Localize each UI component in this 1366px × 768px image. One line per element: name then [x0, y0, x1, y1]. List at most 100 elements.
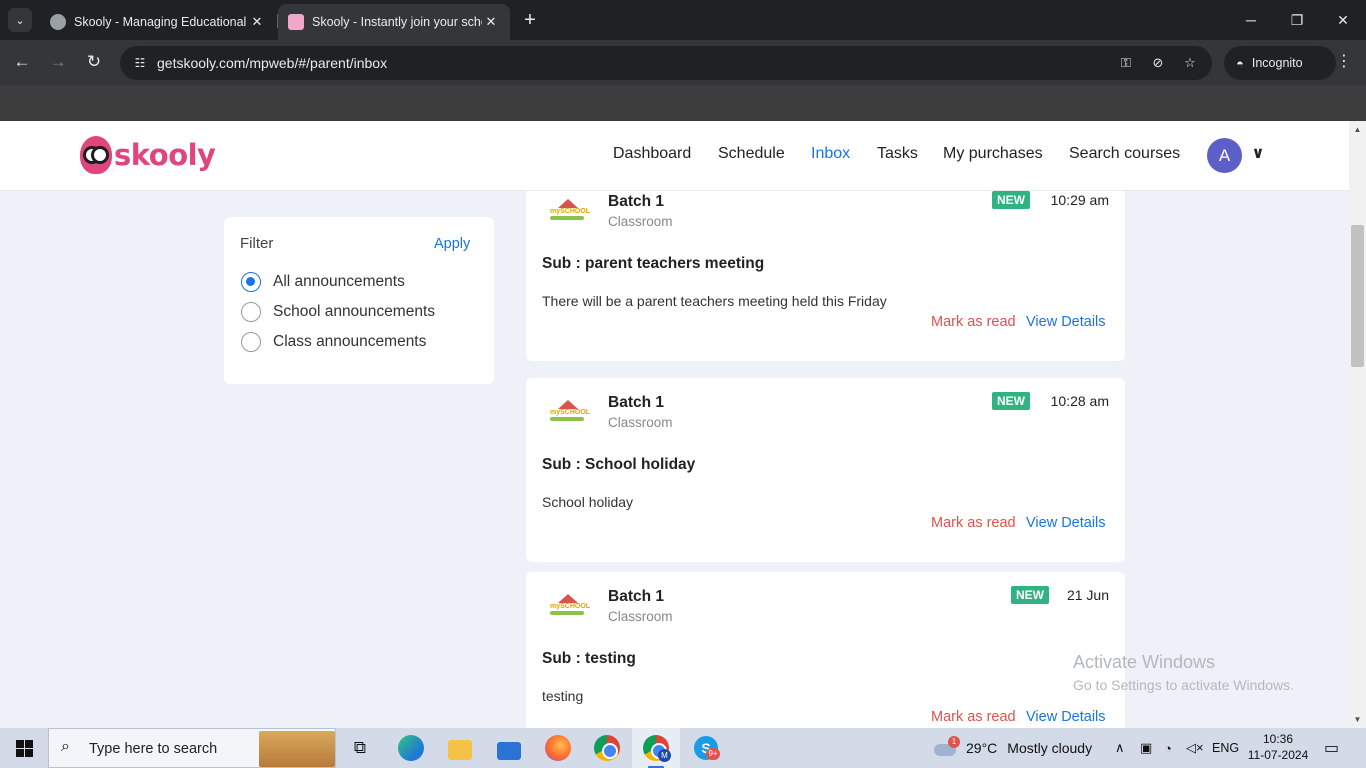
- reload-icon[interactable]: ↻: [82, 50, 106, 74]
- incognito-label: Incognito: [1251, 56, 1303, 70]
- school-grass-icon: [550, 417, 584, 421]
- chrome-incognito-icon[interactable]: M: [642, 734, 671, 768]
- browser-infobar-area: [0, 85, 1366, 121]
- url-text[interactable]: getskooly.com/mpweb/#/parent/inbox: [157, 55, 387, 71]
- filter-option-class[interactable]: Class announcements: [241, 331, 426, 353]
- nav-my-purchases[interactable]: My purchases: [943, 145, 1043, 163]
- start-button[interactable]: [0, 728, 48, 768]
- language-indicator[interactable]: ENG: [1212, 728, 1239, 768]
- school-roof-icon: [558, 400, 578, 409]
- firefox-logo: [545, 735, 571, 761]
- school-roof-icon: [558, 199, 578, 208]
- clock-time: 10:36: [1262, 732, 1294, 746]
- more-menu-icon[interactable]: ⋮: [1334, 50, 1354, 74]
- announcement-body: testing: [542, 688, 584, 704]
- school-logo-icon: mySCHOOL: [550, 594, 590, 616]
- chevron-down-icon: ⌄: [15, 14, 25, 27]
- chrome-logo: [594, 735, 620, 761]
- notifications-icon[interactable]: ▭: [1324, 728, 1339, 768]
- announcement-card: mySCHOOL Batch 1 Classroom NEW 21 Jun Su…: [526, 572, 1125, 728]
- close-tab-icon[interactable]: ✕: [248, 14, 266, 30]
- announcement-body: There will be a parent teachers meeting …: [542, 293, 887, 309]
- chevron-down-icon[interactable]: ∨: [1248, 144, 1268, 164]
- close-tab-icon[interactable]: ✕: [482, 14, 500, 30]
- batch-type: Classroom: [608, 415, 673, 430]
- eye-off-icon[interactable]: ⊘: [1148, 53, 1168, 73]
- close-window-button[interactable]: ✕: [1320, 0, 1366, 40]
- address-bar[interactable]: ☷ getskooly.com/mpweb/#/parent/inbox ⚿ ⊘…: [120, 46, 1212, 80]
- school-roof-icon: [558, 594, 578, 603]
- skype-icon[interactable]: S 9+: [692, 734, 720, 762]
- apply-button[interactable]: Apply: [434, 236, 470, 252]
- file-explorer-icon[interactable]: [446, 734, 474, 762]
- cloud-icon: 1: [934, 736, 960, 758]
- new-tab-button[interactable]: +: [518, 8, 542, 32]
- page-content: skooly Dashboard Schedule Inbox Tasks My…: [0, 121, 1349, 728]
- chrome-icon[interactable]: [593, 734, 621, 762]
- search-highlight-image[interactable]: [259, 731, 335, 767]
- mail-icon[interactable]: [495, 734, 523, 762]
- batch-name: Batch 1: [608, 394, 664, 411]
- page-scrollbar[interactable]: ▲ ▼: [1349, 121, 1366, 728]
- scroll-down-arrow-icon[interactable]: ▼: [1353, 715, 1362, 724]
- batch-name: Batch 1: [608, 193, 664, 210]
- weather-condition: Mostly cloudy: [1007, 740, 1093, 756]
- view-details-link[interactable]: View Details: [1026, 709, 1106, 725]
- radio-unselected[interactable]: [241, 332, 261, 352]
- nav-dashboard[interactable]: Dashboard: [613, 145, 691, 163]
- incognito-indicator[interactable]: ◓ Incognito: [1224, 46, 1336, 80]
- mark-as-read-link[interactable]: Mark as read: [931, 314, 1016, 330]
- school-grass-icon: [550, 216, 584, 220]
- volume-muted-icon[interactable]: ◁×: [1186, 728, 1204, 768]
- brand-name: skooly: [114, 138, 216, 172]
- tray-chevron-up-icon[interactable]: ∧: [1115, 728, 1125, 768]
- school-grass-icon: [550, 611, 584, 615]
- site-header: skooly Dashboard Schedule Inbox Tasks My…: [0, 121, 1349, 191]
- filter-option-all[interactable]: All announcements: [241, 271, 405, 293]
- incognito-icon: ◓: [1236, 55, 1244, 71]
- edge-browser-icon[interactable]: [397, 734, 425, 762]
- school-logo-text: mySCHOOL: [550, 208, 591, 215]
- tab-title: Skooly - Instantly join your school: [312, 15, 482, 29]
- meet-now-icon[interactable]: ▣: [1140, 728, 1152, 768]
- search-placeholder: Type here to search: [89, 741, 218, 757]
- skooly-logo[interactable]: skooly: [80, 135, 216, 175]
- scroll-up-arrow-icon[interactable]: ▲: [1353, 125, 1362, 134]
- minimize-button[interactable]: ─: [1228, 0, 1274, 40]
- batch-type: Classroom: [608, 609, 673, 624]
- firefox-icon[interactable]: [544, 734, 572, 762]
- tab-search-button[interactable]: ⌄: [8, 8, 32, 32]
- radio-selected[interactable]: [241, 272, 261, 292]
- nav-search-courses[interactable]: Search courses: [1069, 145, 1180, 163]
- nav-inbox[interactable]: Inbox: [811, 145, 850, 163]
- mark-as-read-link[interactable]: Mark as read: [931, 709, 1016, 725]
- nav-schedule[interactable]: Schedule: [718, 145, 785, 163]
- view-details-link[interactable]: View Details: [1026, 515, 1106, 531]
- announcement-time: 10:29 am: [1050, 192, 1109, 208]
- bookmark-star-icon[interactable]: ☆: [1180, 53, 1200, 73]
- nav-tasks[interactable]: Tasks: [877, 145, 918, 163]
- back-arrow-icon[interactable]: ←: [10, 50, 34, 74]
- network-icon[interactable]: ◔: [1164, 728, 1172, 768]
- filter-option-school[interactable]: School announcements: [241, 301, 435, 323]
- browser-tab-2-active[interactable]: Skooly - Instantly join your school ✕: [278, 4, 510, 40]
- forward-arrow-icon[interactable]: →: [46, 50, 70, 74]
- taskbar-search[interactable]: ⌕ Type here to search: [48, 728, 336, 768]
- skooly-favicon-icon: [288, 14, 304, 30]
- site-settings-icon[interactable]: ☷: [130, 53, 150, 73]
- windows-logo-icon: [15, 739, 33, 757]
- restore-button[interactable]: ❐: [1274, 0, 1320, 40]
- radio-unselected[interactable]: [241, 302, 261, 322]
- windows-taskbar: ⌕ Type here to search ⧉ M S 9+ 1 29°C Mo…: [0, 728, 1366, 768]
- avatar[interactable]: A: [1207, 138, 1242, 173]
- scrollbar-thumb[interactable]: [1351, 225, 1364, 367]
- task-view-icon[interactable]: ⧉: [346, 734, 374, 762]
- clock[interactable]: 10:36 11-07-2024: [1238, 731, 1318, 763]
- browser-tab-1[interactable]: Skooly - Managing Educational Institutio…: [40, 4, 276, 40]
- password-key-icon[interactable]: ⚿: [1116, 53, 1136, 73]
- view-details-link[interactable]: View Details: [1026, 314, 1106, 330]
- mark-as-read-link[interactable]: Mark as read: [931, 515, 1016, 531]
- announcement-card: mySCHOOL Batch 1 Classroom NEW 10:29 am …: [526, 177, 1125, 361]
- search-icon: ⌕: [61, 738, 70, 755]
- weather-widget[interactable]: 1 29°C Mostly cloudy: [934, 728, 1092, 768]
